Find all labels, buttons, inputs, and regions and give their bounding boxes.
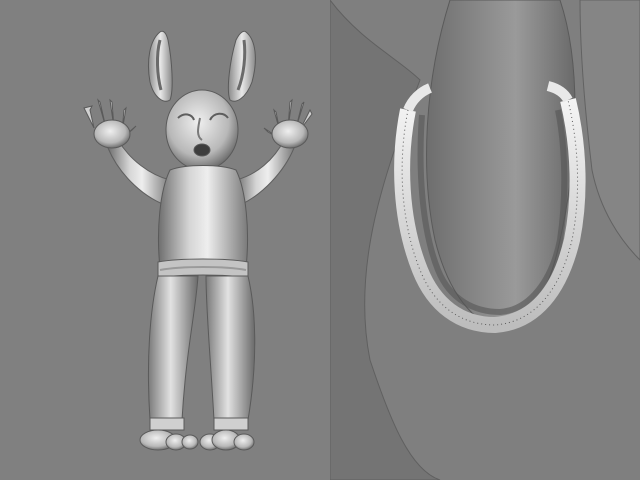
left-foot — [139, 429, 199, 451]
bunny-figure-panel — [0, 0, 330, 480]
bunny-torso — [157, 165, 249, 269]
trouser-waistband — [157, 258, 249, 279]
left-arm — [83, 98, 171, 206]
leg-closeup-panel — [330, 0, 640, 480]
right-arm — [235, 98, 313, 206]
right-leg — [205, 275, 256, 431]
bunny-figure-render — [83, 30, 313, 451]
render-canvas — [0, 0, 640, 480]
leg-closeup-render — [330, 0, 640, 480]
left-leg — [147, 275, 199, 431]
right-ear — [227, 30, 256, 102]
left-ear — [147, 30, 173, 102]
right-foot — [199, 429, 255, 451]
bunny-head — [165, 89, 239, 171]
